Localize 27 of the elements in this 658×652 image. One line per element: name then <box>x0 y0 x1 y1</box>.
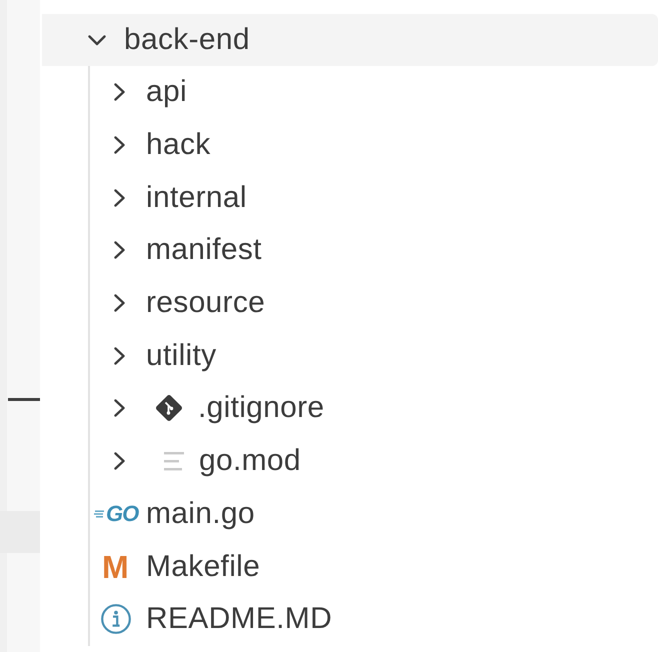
chevron-right-icon[interactable] <box>114 83 125 102</box>
position-marker <box>8 398 40 401</box>
chevron-down-icon[interactable] <box>88 34 106 46</box>
chevron-right-icon[interactable] <box>114 294 125 312</box>
folder-name[interactable]: back-end <box>124 22 250 58</box>
file-name[interactable]: .gitignore <box>198 390 324 426</box>
chevron-right-icon[interactable] <box>114 136 125 154</box>
text-lines-icon <box>164 451 184 472</box>
file-name[interactable]: Makefile <box>146 548 260 585</box>
folder-name[interactable]: resource <box>146 285 266 322</box>
file-name[interactable]: go.mod <box>199 443 301 480</box>
info-icon <box>101 604 131 634</box>
file-name[interactable]: main.go <box>146 496 255 532</box>
folder-name[interactable]: utility <box>146 338 216 374</box>
letter-m-icon: M <box>102 552 129 582</box>
chevron-right-icon[interactable] <box>114 452 125 470</box>
file-name[interactable]: README.MD <box>146 601 332 638</box>
chevron-right-icon[interactable] <box>114 399 125 418</box>
chevron-right-icon[interactable] <box>114 346 125 365</box>
folder-name[interactable]: internal <box>146 180 247 216</box>
sticky-folder-header[interactable]: back-end <box>42 14 658 66</box>
folder-name[interactable]: api <box>146 74 187 110</box>
git-icon <box>156 395 182 422</box>
chevron-right-icon[interactable] <box>114 188 125 207</box>
chevron-right-icon[interactable] <box>114 241 125 260</box>
folder-name[interactable]: hack <box>146 127 211 164</box>
folder-name[interactable]: manifest <box>146 232 262 268</box>
